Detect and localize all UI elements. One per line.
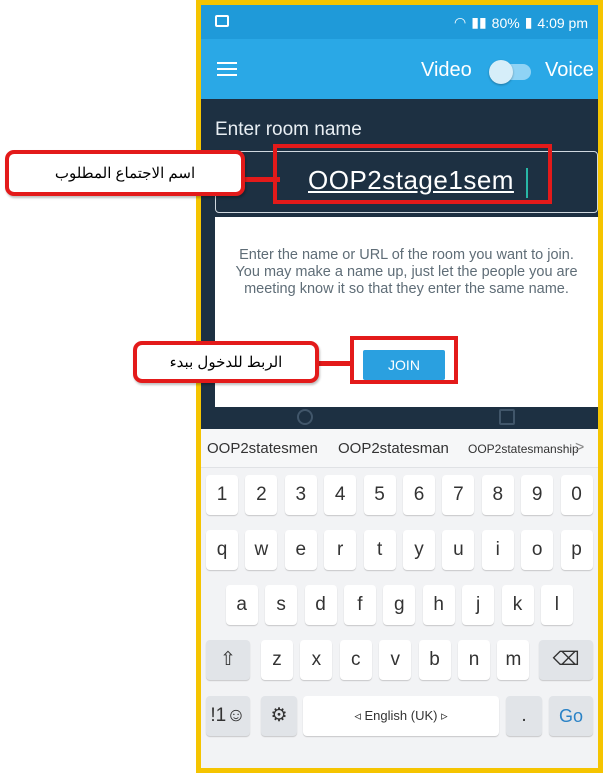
key-m[interactable]: m — [497, 640, 530, 680]
space-key[interactable]: ◃ English (UK) ▹ — [303, 696, 499, 736]
clock: 4:09 pm — [537, 14, 588, 31]
video-voice-toggle[interactable] — [489, 60, 531, 84]
suggestion-bar: OOP2statesmen OOP2statesman OOP2statesma… — [201, 429, 598, 468]
period-key[interactable]: . — [506, 696, 542, 736]
annotation-room-name-text: اسم الاجتماع المطلوب — [54, 165, 196, 182]
key-t[interactable]: t — [363, 530, 396, 570]
suggestion-1[interactable]: OOP2statesmen — [207, 440, 318, 457]
key-3[interactable]: 3 — [284, 475, 317, 515]
key-l[interactable]: l — [540, 585, 573, 625]
keyboard: OOP2statesmen OOP2statesman OOP2statesma… — [201, 429, 598, 768]
battery-icon: ▮ — [524, 14, 533, 30]
wifi-icon: ◠ — [454, 14, 467, 30]
key-7[interactable]: 7 — [442, 475, 475, 515]
key-y[interactable]: y — [403, 530, 435, 570]
key-v[interactable]: v — [379, 640, 412, 680]
key-d[interactable]: d — [304, 585, 337, 625]
key-5[interactable]: 5 — [363, 475, 396, 515]
go-key[interactable]: Go — [549, 696, 593, 736]
symbols-key[interactable]: !1☺ — [206, 696, 250, 736]
voice-label: Voice — [545, 59, 594, 81]
key-1[interactable]: 1 — [206, 475, 238, 515]
key-p[interactable]: p — [560, 530, 593, 570]
key-e[interactable]: e — [284, 530, 317, 570]
key-a[interactable]: a — [225, 585, 258, 625]
room-name-label: Enter room name — [215, 119, 362, 140]
recent-icon[interactable] — [297, 409, 313, 425]
signal-icon: ▮▮ — [471, 14, 487, 30]
key-u[interactable]: u — [442, 530, 475, 570]
key-r[interactable]: r — [324, 530, 357, 570]
highlight-room-input — [273, 144, 552, 204]
key-8[interactable]: 8 — [481, 475, 514, 515]
gallery-icon — [215, 15, 229, 27]
key-j[interactable]: j — [462, 585, 495, 625]
toggle-knob — [489, 60, 513, 84]
key-g[interactable]: g — [383, 585, 416, 625]
key-c[interactable]: c — [339, 640, 372, 680]
annotation-join: الربط للدخول ببدء — [133, 341, 319, 383]
suggestion-2[interactable]: OOP2statesman — [338, 440, 449, 457]
key-6[interactable]: 6 — [403, 475, 435, 515]
key-b[interactable]: b — [418, 640, 451, 680]
key-s[interactable]: s — [265, 585, 298, 625]
key-k[interactable]: k — [501, 585, 534, 625]
background-tabs — [201, 407, 598, 429]
key-0[interactable]: 0 — [560, 475, 593, 515]
key-9[interactable]: 9 — [521, 475, 554, 515]
key-h[interactable]: h — [422, 585, 455, 625]
key-i[interactable]: i — [481, 530, 514, 570]
status-bar: ◠ ▮▮ 80% ▮ 4:09 pm — [201, 5, 598, 39]
suggestion-3[interactable]: OOP2statesmanship — [468, 442, 579, 456]
key-o[interactable]: o — [521, 530, 554, 570]
annotation-connector-2 — [318, 361, 354, 366]
highlight-join-button — [350, 336, 458, 384]
calendar-icon[interactable] — [499, 409, 515, 425]
status-icons: ◠ ▮▮ 80% ▮ 4:09 pm — [454, 14, 588, 31]
backspace-key[interactable]: ⌫ — [539, 640, 593, 680]
key-n[interactable]: n — [458, 640, 490, 680]
key-z[interactable]: z — [261, 640, 293, 680]
key-q[interactable]: q — [206, 530, 238, 570]
annotation-join-text: الربط للدخول ببدء — [169, 354, 283, 371]
join-description: Enter the name or URL of the room you wa… — [235, 247, 578, 297]
battery-level: 80% — [491, 14, 520, 31]
key-x[interactable]: x — [300, 640, 333, 680]
video-label: Video — [421, 59, 472, 81]
app-bar: Video Voice — [201, 39, 598, 99]
key-f[interactable]: f — [343, 585, 376, 625]
annotation-room-name: اسم الاجتماع المطلوب — [5, 150, 245, 196]
menu-icon[interactable] — [217, 62, 237, 76]
settings-key[interactable]: ⚙ — [261, 696, 297, 736]
key-4[interactable]: 4 — [324, 475, 357, 515]
key-w[interactable]: w — [245, 530, 278, 570]
key-2[interactable]: 2 — [245, 475, 278, 515]
phone-frame: ◠ ▮▮ 80% ▮ 4:09 pm Video Voice Enter roo… — [196, 0, 603, 773]
chevron-right-icon[interactable]: > — [575, 439, 584, 457]
shift-key[interactable]: ⇧ — [206, 640, 250, 680]
